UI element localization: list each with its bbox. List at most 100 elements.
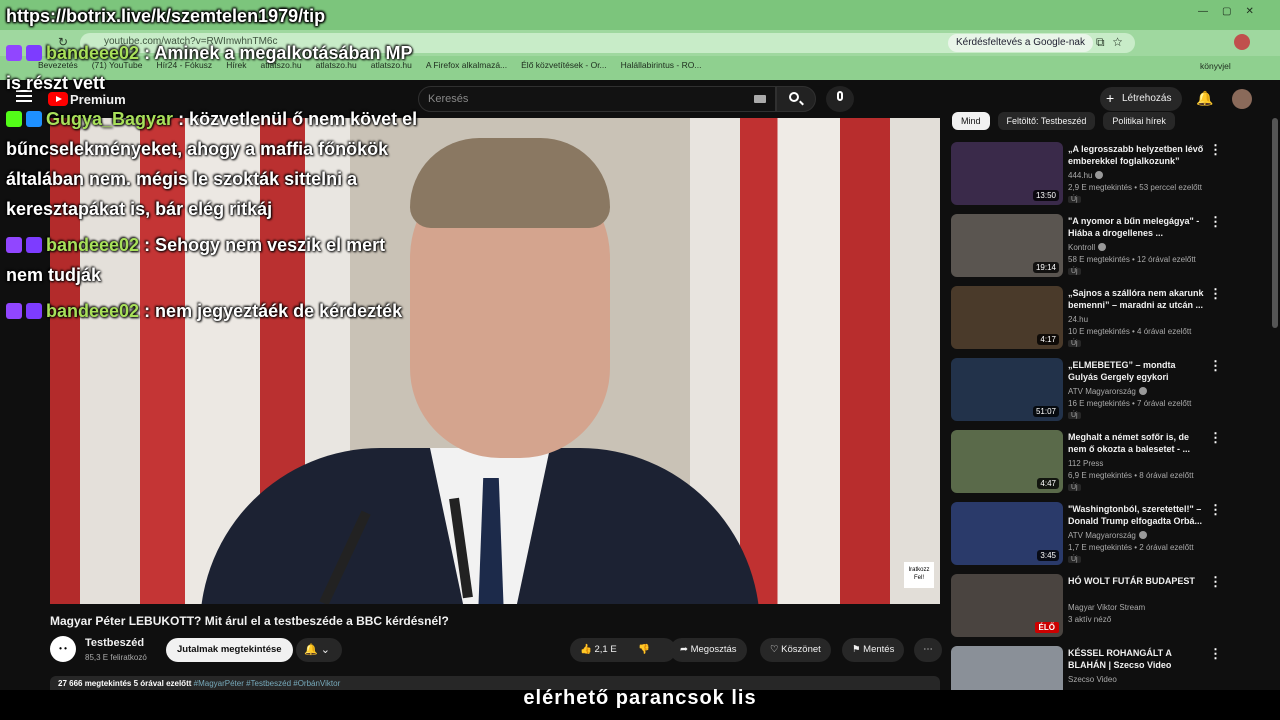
notification-bell-icon[interactable]: 🔔 [1196,90,1213,107]
search-input[interactable] [418,86,776,112]
recommended-video[interactable]: 4:17 „Sajnos a szállóra nem akarunk bemen… [951,286,1271,354]
recommended-title[interactable]: „A legrosszabb helyzetben lévő emberekke… [1068,143,1208,167]
thumbs-down-icon[interactable]: 👎 [638,638,650,662]
recommended-title[interactable]: HÓ WOLT FUTÁR BUDAPEST [1068,575,1208,587]
star-badge-icon [26,303,42,319]
recommended-meta: 2,9 E megtekintés • 53 perccel ezelőtt [1068,183,1202,192]
more-options-icon[interactable]: ⋮ [1209,142,1222,158]
video-thumbnail[interactable]: 4:17 [951,286,1063,349]
recommended-channel[interactable]: ATV Magyarország [1068,387,1147,396]
recommended-video[interactable]: ÉLŐ HÓ WOLT FUTÁR BUDAPEST Magyar Viktor S… [951,574,1271,642]
recommended-video[interactable]: 3:45 "Washingtonból, szeretettel!" – Dona… [951,502,1271,570]
more-options-icon[interactable]: ⋮ [1209,430,1222,446]
like-count: 2,1 E [594,644,617,655]
chat-message: bandeee02 : Aminek a megalkotásában MP i… [6,38,426,98]
more-options-icon[interactable]: ⋮ [1209,646,1222,662]
filter-chip[interactable]: Politikai hírek [1103,112,1175,130]
bookmark-icon: ⚑ [852,644,861,655]
recommended-title[interactable]: „Sajnos a szállóra nem akarunk bemenni” … [1068,287,1208,311]
recommended-title[interactable]: „ELMEBETEG” – mondta Gulyás Gergely egyk… [1068,359,1208,383]
video-thumbnail[interactable]: 19:14 [951,214,1063,277]
channel-label: 112 Press [1068,459,1104,468]
video-thumbnail[interactable]: 4:47 [951,430,1063,493]
video-thumbnail[interactable]: 13:50 [951,142,1063,205]
recommended-channel[interactable]: 112 Press [1068,459,1103,468]
recommended-title[interactable]: "Washingtonból, szeretettel!" – Donald T… [1068,503,1208,527]
recommended-video[interactable]: 13:50 „A legrosszabb helyzetben lévő embe… [951,142,1271,210]
microphone-icon [837,91,843,101]
mod-badge-icon [26,111,42,127]
bookmarks-folder[interactable]: könyvjel [1200,61,1231,71]
scrollbar[interactable] [1272,118,1278,328]
video-thumbnail[interactable]: ÉLŐ [951,574,1063,637]
video-duration: 13:50 [1032,190,1059,201]
new-badge: Új [1068,340,1081,347]
recommended-video[interactable]: 4:47 Meghalt a német sofőr is, de nem ő o… [951,430,1271,498]
chat-username: bandeee02 [46,301,140,321]
recommended-title[interactable]: KÉSSEL ROHANGÁLT A BLAHÁN | Szecso Video [1068,647,1208,671]
twitch-badge-icon [6,45,22,61]
recommended-video[interactable]: 51:07 „ELMEBETEG” – mondta Gulyás Gergely… [951,358,1271,426]
more-actions-button[interactable]: ⋯ [914,638,942,662]
view-perks-button[interactable]: Jutalmak megtekintése [166,638,293,662]
twitch-badge-icon [6,237,22,253]
more-options-icon[interactable]: ⋮ [1209,214,1222,230]
bookmark-item[interactable]: Élő közvetítések - Or... [521,60,607,74]
video-thumbnail[interactable]: 3:45 [951,502,1063,565]
channel-label: 24.hu [1068,315,1089,324]
plus-icon: + [1106,90,1115,106]
window-controls[interactable]: —▢✕ [1198,6,1268,17]
video-duration: 51:07 [1032,406,1059,417]
more-options-icon[interactable]: ⋮ [1209,502,1222,518]
recommended-title[interactable]: Meghalt a német sofőr is, de nem ő okozt… [1068,431,1208,455]
video-thumbnail[interactable]: 51:07 [951,358,1063,421]
recommended-channel[interactable]: 444.hu [1068,171,1104,180]
save-button[interactable]: ⚑ Mentés [842,638,905,662]
bookmark-item[interactable]: A Firefox alkalmazá... [426,60,507,74]
video-duration: 4:17 [1037,334,1059,345]
thanks-button[interactable]: ♡ Köszönet [760,638,831,662]
profile-icon[interactable] [1234,34,1250,50]
filter-chip[interactable]: Mind [952,112,990,130]
filter-chips: Mind Feltöltő: Testbeszéd Politikai hírek [952,112,1175,130]
thanks-label: Köszönet [781,644,821,655]
verified-check-icon [1098,243,1107,251]
recommended-channel[interactable]: ATV Magyarország [1068,531,1147,540]
more-options-icon[interactable]: ⋮ [1209,286,1222,302]
google-search-button[interactable]: Kérdésfeltevés a Google-nak [948,34,1093,52]
search-placeholder: Keresés [428,93,469,105]
search-icon [789,92,799,102]
recommended-channel[interactable]: Magyar Viktor Stream [1068,603,1145,612]
share-label: Megosztás [690,644,737,655]
verified-check-icon [1095,171,1104,179]
stream-overlay-url: https://botrix.live/k/szemtelen1979/tip [6,6,326,26]
caption-text: elérhető parancsok lis [523,687,757,709]
filter-chip[interactable]: Feltöltő: Testbeszéd [997,112,1096,130]
channel-avatar[interactable]: • • [50,636,76,662]
share-button[interactable]: ➦ Megosztás [670,638,747,662]
recommended-title[interactable]: "A nyomor a bűn melegágya" - Hiába a dro… [1068,215,1208,239]
recommended-meta: 10 E megtekintés • 4 órával ezelőtt [1068,327,1192,336]
recommended-channel[interactable]: Szecso Video [1068,675,1117,684]
more-options-icon[interactable]: ⋮ [1209,574,1222,590]
more-options-icon[interactable]: ⋮ [1209,358,1222,374]
bookmark-item[interactable]: Halállabirintus - RO... [621,60,702,74]
subscriber-count: 85,3 E feliratkozó [85,653,147,662]
subscribe-watermark[interactable]: Iratkozz Fel! [904,562,934,588]
notification-settings-button[interactable]: 🔔 ⌄ [296,638,342,662]
keyboard-icon[interactable] [754,95,766,103]
chat-username: bandeee02 [46,43,140,63]
video-duration: 3:45 [1037,550,1059,561]
twitch-badge-icon [6,303,22,319]
recommended-meta: 3 aktív néző [1068,615,1112,624]
channel-label: ATV Magyarország [1068,387,1136,396]
recommended-video[interactable]: 19:14 "A nyomor a bűn melegágya" - Hiába … [951,214,1271,282]
channel-name[interactable]: Testbeszéd [85,637,144,649]
bookmark-star-icon[interactable]: ⧉☆ [1096,35,1130,50]
speaker-hair [410,138,610,228]
account-avatar[interactable] [1232,89,1252,109]
recommended-channel[interactable]: 24.hu [1068,315,1088,324]
recommended-channel[interactable]: Kontroll [1068,243,1107,252]
chat-username: Gugya_Bagyar [46,109,174,129]
like-dislike-button[interactable]: 👍 2,1 E 👎 [570,638,676,662]
